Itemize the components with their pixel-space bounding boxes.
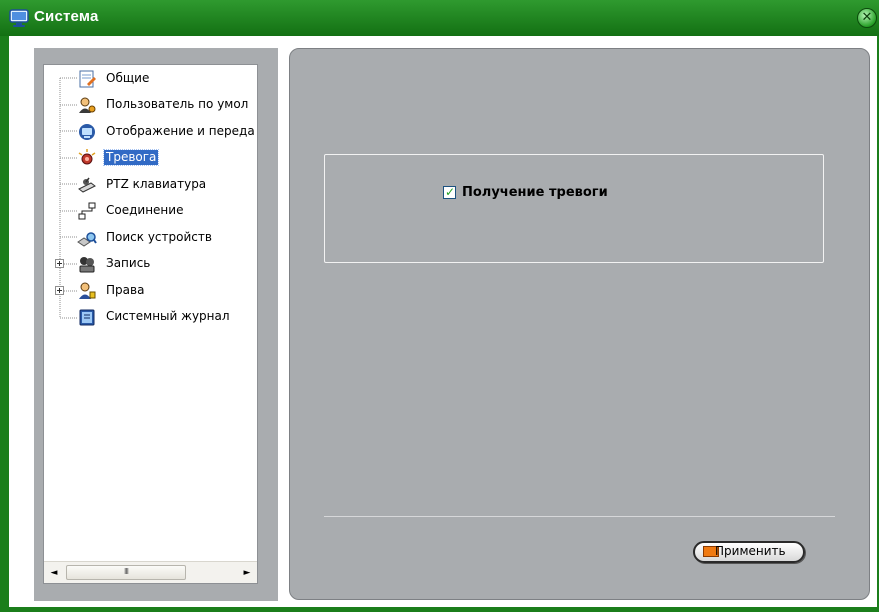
tree-item-recording[interactable]: Запись xyxy=(44,253,257,275)
tree-item-ptz-keyboard[interactable]: PTZ клавиатура xyxy=(44,174,257,196)
alarm-icon xyxy=(78,149,96,165)
system-log-icon xyxy=(79,309,95,326)
tree-item-label: Поиск устройств xyxy=(106,230,212,244)
network-connection-icon xyxy=(78,202,96,220)
ptz-keyboard-icon xyxy=(78,177,96,193)
close-icon: ✕ xyxy=(861,10,873,25)
tree-item-general[interactable]: Общие xyxy=(44,68,257,90)
tree-item-label: Права xyxy=(106,283,145,297)
checkmark-icon: ✓ xyxy=(445,185,456,199)
tree-item-device-search[interactable]: Поиск устройств xyxy=(44,227,257,249)
system-window: Система ✕ Общие Пользователь по умол Ото… xyxy=(0,0,879,612)
title-bar[interactable]: Система ✕ xyxy=(0,0,879,36)
horizontal-scrollbar[interactable]: ◄ III ► xyxy=(44,561,257,583)
scroll-left-icon[interactable]: ◄ xyxy=(46,565,62,581)
checkbox-box[interactable]: ✓ xyxy=(443,185,456,199)
default-user-icon xyxy=(79,97,96,113)
thumb-grip: III xyxy=(123,567,129,576)
tree-item-label: Общие xyxy=(106,71,150,85)
general-settings-icon xyxy=(79,70,96,88)
recording-icon xyxy=(79,257,95,273)
monitor-icon xyxy=(9,9,29,27)
tree-item-label: Пользователь по умол xyxy=(106,97,249,111)
tree-item-label: Отображение и переда xyxy=(106,124,255,138)
expand-icon[interactable] xyxy=(55,286,64,295)
tree-item-label: Запись xyxy=(106,256,151,270)
alarm-options-groupbox xyxy=(324,154,824,263)
window-title: Система xyxy=(34,8,99,25)
apply-button[interactable]: Применить xyxy=(693,541,805,563)
tree-item-connection[interactable]: Соединение xyxy=(44,200,257,222)
device-search-icon xyxy=(77,232,97,247)
tree-item-label: Соединение xyxy=(106,203,184,217)
tree-item-label: Системный журнал xyxy=(106,309,230,323)
tree-item-label: PTZ клавиатура xyxy=(106,177,207,191)
apply-button-label: Применить xyxy=(715,544,786,558)
permissions-icon xyxy=(79,282,96,299)
tree-item-alarm[interactable]: Тревога xyxy=(44,147,257,169)
close-button[interactable]: ✕ xyxy=(857,8,877,28)
tree-item-label: Тревога xyxy=(102,149,160,166)
tree-item-default-user[interactable]: Пользователь по умол xyxy=(44,94,257,116)
tree-item-display[interactable]: Отображение и переда xyxy=(44,121,257,143)
tree-item-permissions[interactable]: Права xyxy=(44,280,257,302)
tree-item-system-log[interactable]: Системный журнал xyxy=(44,306,257,328)
scroll-right-icon[interactable]: ► xyxy=(239,565,255,581)
settings-panel xyxy=(289,48,870,600)
scrollbar-thumb[interactable]: III xyxy=(66,565,186,580)
divider xyxy=(324,516,835,517)
expand-icon[interactable] xyxy=(55,259,64,268)
display-monitor-icon xyxy=(79,124,95,140)
settings-tree[interactable]: Общие Пользователь по умол Отображение и… xyxy=(43,64,258,584)
receive-alarm-label: Получение тревоги xyxy=(462,185,608,200)
